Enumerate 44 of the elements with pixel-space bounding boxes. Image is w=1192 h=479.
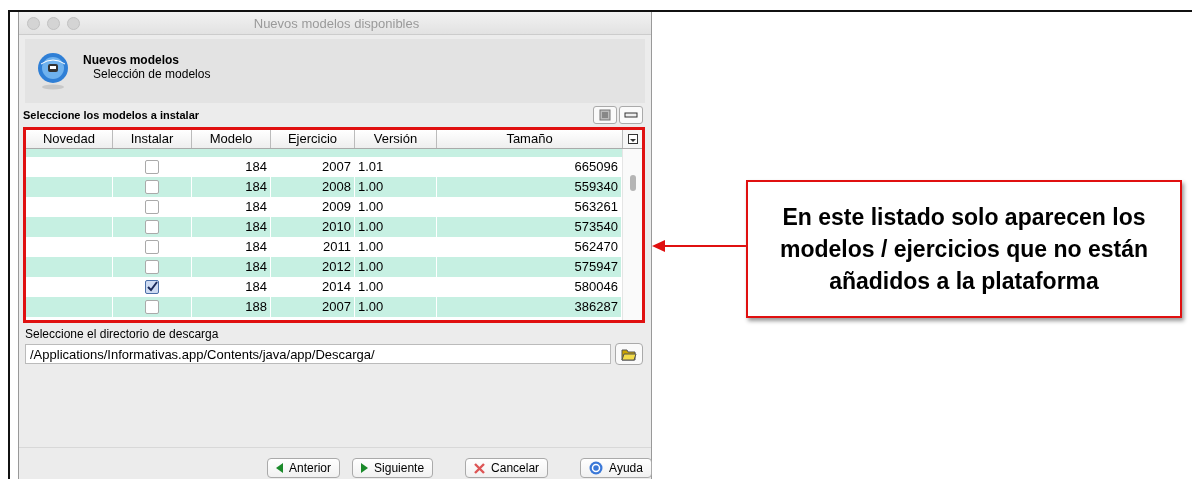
table-cell: 2007 <box>271 297 355 317</box>
left-triangle-icon <box>276 463 283 473</box>
install-checkbox[interactable] <box>145 200 159 214</box>
minimize-window-icon[interactable] <box>47 16 60 30</box>
close-window-icon[interactable] <box>27 16 40 30</box>
folder-icon <box>621 347 637 361</box>
column-header[interactable]: Modelo <box>192 130 271 148</box>
directory-field[interactable]: /Applications/Informativas.app/Contents/java/app/Descarga/ <box>25 344 611 364</box>
scrollbar[interactable] <box>622 149 642 320</box>
install-checkbox[interactable] <box>145 160 159 174</box>
cancel-button[interactable]: Cancelar <box>465 458 549 478</box>
bar-icon <box>624 111 638 119</box>
dropdown-icon <box>627 134 638 144</box>
install-checkbox[interactable] <box>145 240 159 254</box>
next-button[interactable]: Siguiente <box>352 458 434 478</box>
help-button[interactable]: Ayuda <box>580 458 652 478</box>
window-title: Nuevos modelos disponibles <box>252 15 421 31</box>
close-icon <box>474 462 486 474</box>
document-icon <box>599 109 611 121</box>
header-title: Nuevos modelos <box>83 53 181 67</box>
callout-text: En este listado solo aparecen los modelos / ejercicios que no están añadidos a la plataforma <box>778 203 1150 296</box>
column-header[interactable]: Instalar <box>113 130 192 148</box>
install-checkbox[interactable] <box>145 280 159 294</box>
column-header[interactable]: Ejercicio <box>271 130 355 148</box>
install-checkbox[interactable] <box>145 220 159 234</box>
header-subtitle: Selección de modelos <box>92 67 211 81</box>
directory-label: Seleccione el directorio de descarga <box>24 326 220 341</box>
install-checkbox[interactable] <box>145 180 159 194</box>
install-checkbox[interactable] <box>145 300 159 314</box>
column-header[interactable]: Versión <box>355 130 437 148</box>
column-header[interactable]: Novedad <box>26 130 113 148</box>
zoom-window-icon[interactable] <box>67 16 80 30</box>
help-icon <box>589 461 604 475</box>
list-view-button[interactable] <box>593 106 617 124</box>
install-checkbox[interactable] <box>145 260 159 274</box>
table-cell: 1.00 <box>355 297 437 317</box>
back-button[interactable]: Anterior <box>267 458 341 478</box>
globe-icon <box>37 52 69 90</box>
column-chooser-button[interactable] <box>623 130 642 148</box>
table-cell: 188 <box>192 297 271 317</box>
section-label: Seleccione los modelos a instalar <box>23 109 200 121</box>
collapse-button[interactable] <box>619 106 643 124</box>
folder-button[interactable] <box>615 343 643 365</box>
right-triangle-icon <box>361 463 369 473</box>
